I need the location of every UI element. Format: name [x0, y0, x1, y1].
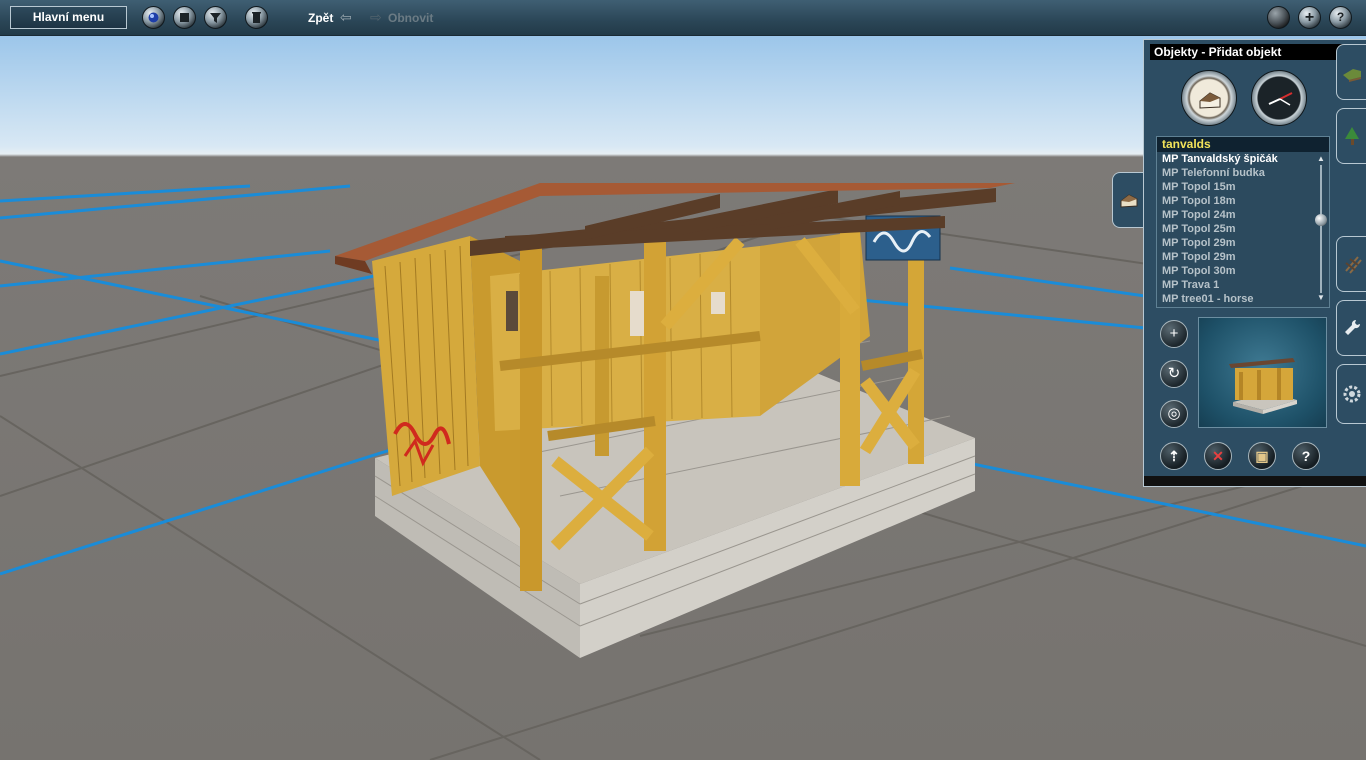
redo-label[interactable]: Obnovit: [388, 11, 433, 25]
top-toolbar: Hlavní menu Zpět ⇦ ⇨ Obnovit + ?: [0, 0, 1366, 36]
panel-title: Objekty - Přidat objekt: [1150, 44, 1366, 60]
object-properties-icon[interactable]: ▣: [1248, 442, 1276, 470]
ring-icon[interactable]: ◎: [1160, 400, 1188, 428]
list-item[interactable]: MP Topol 30m: [1157, 264, 1329, 278]
scroll-thumb[interactable]: [1315, 214, 1327, 226]
list-item[interactable]: MP Topol 29m: [1157, 236, 1329, 250]
back-label[interactable]: Zpět: [308, 11, 333, 25]
collapse-panel-tab[interactable]: [1112, 172, 1144, 228]
view-orb-icon[interactable]: [1267, 6, 1290, 29]
add-object-icon[interactable]: +: [1160, 320, 1188, 348]
clock-mode-button[interactable]: [1251, 70, 1307, 126]
main-menu-button[interactable]: Hlavní menu: [10, 6, 127, 29]
scroll-up-icon[interactable]: ▲: [1315, 154, 1327, 164]
wrench-icon: [1345, 319, 1361, 335]
help-icon[interactable]: ?: [1329, 6, 1352, 29]
rotate-icon[interactable]: ↻: [1160, 360, 1188, 388]
panel-footer: [1144, 476, 1366, 486]
list-item[interactable]: MP Trava 1: [1157, 278, 1329, 292]
list-item[interactable]: MP Telefonní budka: [1157, 166, 1329, 180]
clock-icon: [1268, 92, 1293, 106]
scroll-down-icon[interactable]: ▼: [1315, 293, 1327, 303]
track-icon: [1345, 256, 1362, 274]
list-item[interactable]: MP Topol 18m: [1157, 194, 1329, 208]
globe-icon[interactable]: [142, 6, 165, 29]
house-icon: [1199, 92, 1221, 109]
pick-icon[interactable]: ⇡: [1160, 442, 1188, 470]
help-icon[interactable]: ?: [1292, 442, 1320, 470]
list-group-header[interactable]: tanvalds: [1157, 137, 1329, 152]
filter-icon[interactable]: [204, 6, 227, 29]
plus-icon[interactable]: +: [1298, 6, 1321, 29]
list-item[interactable]: MP Tanvaldský špičák: [1157, 152, 1329, 166]
list-item[interactable]: MP tree01 - horse: [1157, 292, 1329, 306]
settings-tab[interactable]: [1336, 364, 1366, 424]
back-arrow-icon[interactable]: ⇦: [340, 10, 352, 24]
objects-panel: Objekty - Přidat objekt tanvalds MP Tanv…: [1143, 39, 1366, 487]
gear-icon: [1343, 385, 1361, 403]
delete-icon[interactable]: ✕: [1204, 442, 1232, 470]
terrain-tab[interactable]: [1336, 44, 1366, 100]
scroll-track[interactable]: [1320, 165, 1322, 293]
track-tab[interactable]: [1336, 236, 1366, 292]
objects-mode-button[interactable]: [1181, 70, 1237, 126]
redo-arrow-icon[interactable]: ⇨: [370, 10, 382, 24]
tree-icon: [1345, 127, 1359, 145]
object-preview: [1198, 317, 1327, 428]
trash-icon[interactable]: [245, 6, 268, 29]
tools-tab[interactable]: [1336, 300, 1366, 356]
object-list[interactable]: tanvalds MP Tanvaldský špičák MP Telefon…: [1156, 136, 1330, 308]
list-item[interactable]: MP Topol 15m: [1157, 180, 1329, 194]
list-item[interactable]: MP Topol 24m: [1157, 208, 1329, 222]
house-icon: [1120, 194, 1138, 208]
trackside-tab[interactable]: [1336, 108, 1366, 164]
bus-shelter-model: [335, 183, 1015, 658]
list-item[interactable]: MP Topol 25m: [1157, 222, 1329, 236]
terrain-icon: [1343, 69, 1361, 82]
list-item[interactable]: MP Topol 29m: [1157, 250, 1329, 264]
preview-thumbnail: [1229, 358, 1297, 414]
list-scrollbar[interactable]: ▲ ▼: [1315, 154, 1327, 304]
stop-icon[interactable]: [173, 6, 196, 29]
